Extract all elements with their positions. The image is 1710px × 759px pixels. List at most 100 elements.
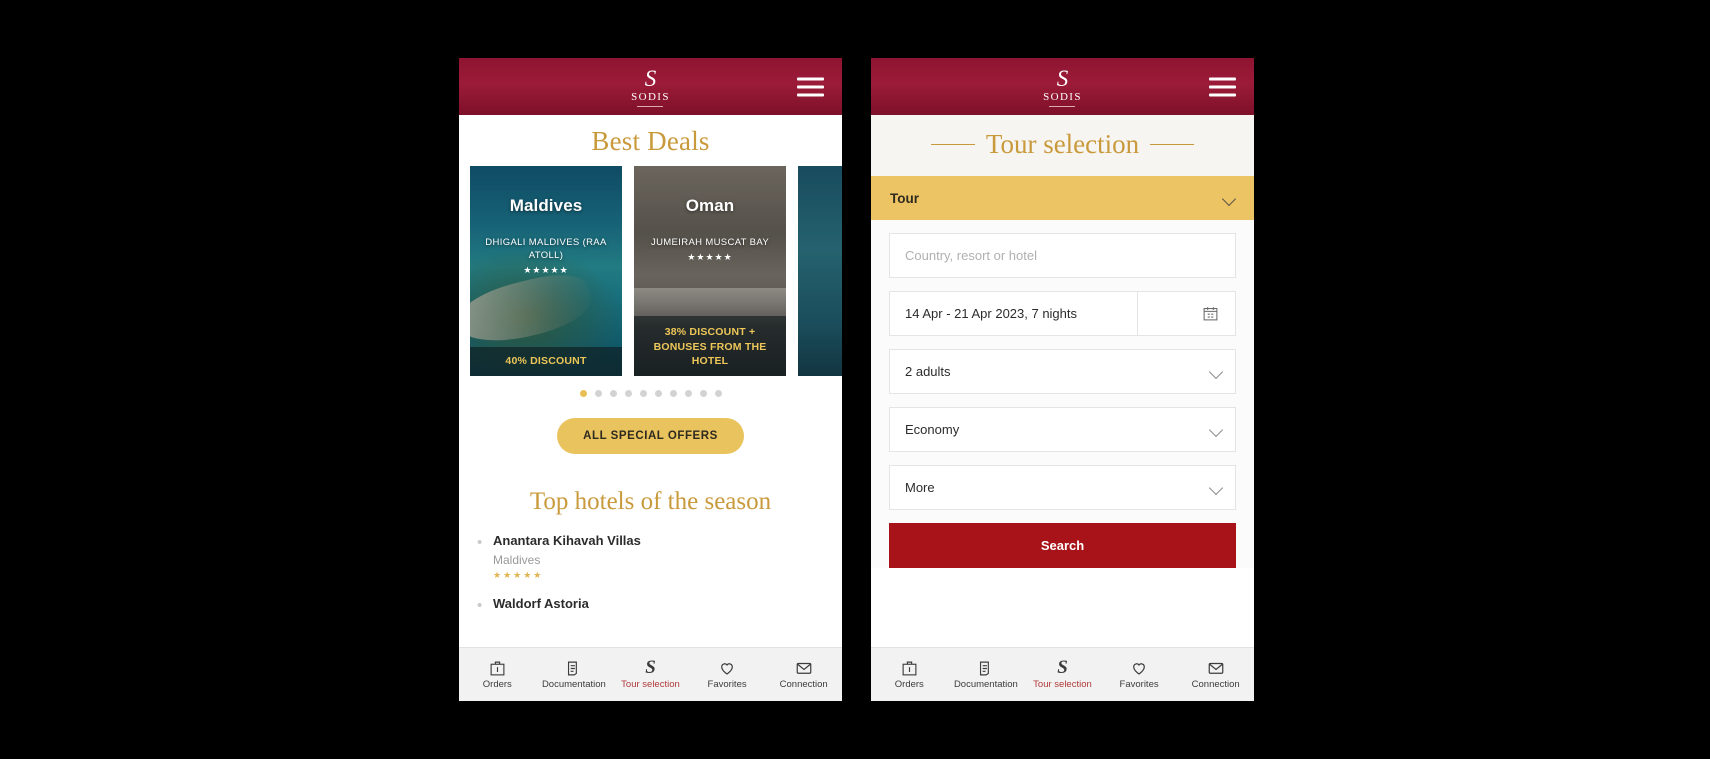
deal-card-content: V	[798, 166, 842, 216]
deal-card-partial[interactable]: V	[798, 166, 842, 376]
tab-label: Connection	[1191, 679, 1240, 691]
carousel-dot[interactable]	[699, 390, 707, 397]
hamburger-bar	[797, 85, 824, 88]
title-rule-right	[1150, 144, 1195, 145]
hotel-name: Anantara Kihavah Villas	[493, 533, 641, 548]
class-value: Economy	[905, 422, 960, 437]
tab-label: Orders	[894, 679, 924, 691]
carousel-dot[interactable]	[579, 390, 587, 397]
carousel-dot[interactable]	[684, 390, 692, 397]
phone-best-deals: S Sodis Best Deals Maldives DHIGALI MALD…	[459, 58, 842, 701]
chevron-down-icon	[1224, 193, 1235, 204]
carousel-dot[interactable]	[594, 390, 602, 397]
carousel-dot[interactable]	[624, 390, 632, 397]
logo-underline	[637, 105, 664, 107]
deal-discount-badge: 38% DISCOUNT + BONUSES FROM THE HOTEL	[634, 316, 786, 376]
deal-card-content: Maldives DHIGALI MALDIVES (RAA ATOLL) ★★…	[470, 166, 622, 276]
hotel-name: Waldorf Astoria	[493, 595, 589, 611]
sodis-logo-wordmark: Sodis	[631, 87, 670, 104]
hamburger-menu-icon[interactable]	[1209, 77, 1236, 96]
briefcase-icon	[489, 659, 506, 677]
top-hotels-heading: Top hotels of the season	[529, 488, 772, 515]
tab-label: Documentation	[953, 679, 1018, 691]
tab-tour-selection[interactable]: S Tour selection	[1024, 657, 1101, 690]
page-title: Tour selection	[985, 129, 1140, 159]
hotel-info: Anantara Kihavah Villas Maldives ★★★★★	[493, 532, 824, 581]
deals-carousel[interactable]: Maldives DHIGALI MALDIVES (RAA ATOLL) ★★…	[459, 166, 842, 376]
sodis-s-icon: S	[1057, 657, 1068, 679]
tab-orders[interactable]: Orders	[459, 659, 536, 690]
carousel-pagination[interactable]	[459, 376, 842, 397]
hotel-star-rating: ★★★★★	[493, 569, 544, 580]
travellers-field[interactable]: 2 adults	[889, 349, 1236, 394]
briefcase-icon	[901, 659, 918, 677]
more-value: More	[905, 480, 935, 495]
carousel-dot[interactable]	[654, 390, 662, 397]
carousel-dot[interactable]	[714, 390, 722, 397]
app-header-right: S Sodis	[871, 58, 1254, 115]
hamburger-bar	[797, 77, 824, 80]
list-item[interactable]: • Waldorf Astoria	[477, 595, 824, 627]
destination-field[interactable]: Country, resort or hotel	[889, 233, 1236, 278]
title-rule-left	[930, 144, 975, 145]
class-field[interactable]: Economy	[889, 407, 1236, 452]
more-field[interactable]: More	[889, 465, 1236, 510]
tab-label: Orders	[482, 679, 512, 691]
deal-card[interactable]: Maldives DHIGALI MALDIVES (RAA ATOLL) ★★…	[470, 166, 622, 376]
bullet-icon: •	[477, 534, 483, 551]
travellers-value: 2 adults	[905, 364, 951, 379]
bottom-tabbar-right: Orders Documentation S Tour selection Fa…	[871, 647, 1254, 701]
title-band: Tour selection	[871, 115, 1254, 176]
chevron-down-icon	[1211, 482, 1222, 493]
envelope-icon	[1207, 659, 1225, 677]
tab-documentation[interactable]: Documentation	[948, 659, 1025, 690]
hamburger-bar	[797, 93, 824, 96]
tab-label: Favorites	[1119, 679, 1159, 691]
logo-underline	[1049, 105, 1076, 107]
destination-input[interactable]: Country, resort or hotel	[905, 248, 1037, 263]
sodis-logo[interactable]: S Sodis	[631, 67, 670, 107]
divider	[1136, 292, 1138, 335]
search-button[interactable]: Search	[889, 523, 1236, 568]
sodis-logo-mark: S	[644, 65, 657, 91]
deal-discount-badge: 40% DISCOUNT	[470, 346, 622, 376]
envelope-icon	[795, 659, 813, 677]
heart-icon	[718, 659, 736, 677]
tab-connection[interactable]: Connection	[765, 659, 842, 690]
tab-favorites[interactable]: Favorites	[689, 659, 766, 690]
carousel-dot[interactable]	[639, 390, 647, 397]
hotel-location: Maldives	[493, 552, 541, 567]
all-special-offers-button[interactable]: ALL SPECIAL OFFERS	[557, 418, 744, 454]
deal-destination: V	[808, 196, 842, 216]
tour-selection-body: Tour selection Tour Country, resort or h…	[871, 115, 1254, 647]
deal-card[interactable]: Oman JUMEIRAH MUSCAT BAY ★★★★★ 38% DISCO…	[634, 166, 786, 376]
tab-label: Connection	[779, 679, 828, 691]
deal-destination: Maldives	[509, 196, 583, 215]
tab-connection[interactable]: Connection	[1177, 659, 1254, 690]
sodis-logo-mark: S	[1056, 65, 1069, 91]
bullet-icon: •	[477, 596, 483, 614]
dates-value: 14 Apr - 21 Apr 2023, 7 nights	[905, 306, 1078, 321]
hamburger-bar	[1209, 85, 1236, 88]
hamburger-menu-icon[interactable]	[797, 77, 824, 96]
chevron-down-icon	[1211, 424, 1222, 435]
carousel-dot[interactable]	[609, 390, 617, 397]
heart-icon	[1130, 659, 1148, 677]
tab-label: Documentation	[541, 679, 606, 691]
tab-tour-selection[interactable]: S Tour selection	[612, 658, 689, 690]
cta-container: ALL SPECIAL OFFERS	[459, 397, 842, 454]
tour-accordion-header[interactable]: Tour	[871, 176, 1254, 220]
sodis-logo-wordmark: Sodis	[1043, 87, 1082, 104]
dates-field[interactable]: 14 Apr - 21 Apr 2023, 7 nights	[889, 291, 1236, 336]
tab-favorites[interactable]: Favorites	[1101, 659, 1178, 690]
tab-orders[interactable]: Orders	[871, 659, 948, 690]
calendar-icon[interactable]	[1187, 305, 1235, 322]
top-hotels-list: • Anantara Kihavah Villas Maldives ★★★★★…	[459, 532, 842, 627]
document-icon	[565, 659, 582, 677]
deal-card-content: Oman JUMEIRAH MUSCAT BAY ★★★★★	[634, 166, 786, 263]
app-header-left: S Sodis	[459, 58, 842, 115]
carousel-dot[interactable]	[669, 390, 677, 397]
tab-documentation[interactable]: Documentation	[536, 659, 613, 690]
sodis-logo[interactable]: S Sodis	[1043, 67, 1082, 107]
list-item[interactable]: • Anantara Kihavah Villas Maldives ★★★★★	[477, 532, 824, 595]
